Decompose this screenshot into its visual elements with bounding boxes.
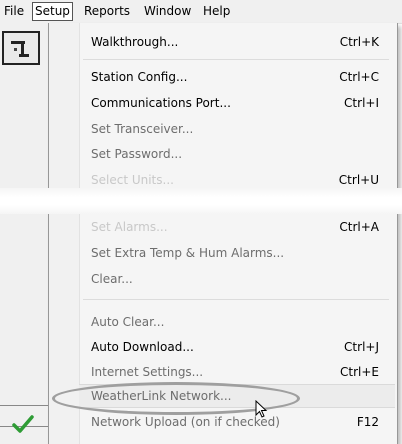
menu-bar: File Setup Reports Window Help bbox=[0, 0, 402, 24]
menu-item-clear[interactable]: Clear... bbox=[91, 268, 133, 290]
shortcut-network-upload: F12 bbox=[356, 415, 379, 429]
menu-separator bbox=[83, 299, 389, 300]
menu-item-auto-download[interactable]: Auto Download... bbox=[91, 336, 194, 358]
mouse-cursor-icon bbox=[255, 400, 268, 418]
menu-item-auto-clear[interactable]: Auto Clear... bbox=[91, 311, 164, 333]
menu-item-station-config[interactable]: Station Config... bbox=[91, 66, 187, 88]
shortcut-internet-settings: Ctrl+E bbox=[340, 365, 379, 379]
shortcut-walkthrough: Ctrl+K bbox=[339, 35, 379, 49]
checkmark-icon bbox=[12, 415, 34, 433]
menu-item-set-password[interactable]: Set Password... bbox=[91, 143, 182, 165]
toolbar-button[interactable] bbox=[2, 31, 40, 65]
image-crop-gap bbox=[0, 188, 402, 214]
menu-setup[interactable]: Setup bbox=[32, 2, 73, 21]
shortcut-set-alarms: Ctrl+A bbox=[339, 220, 379, 234]
app-background bbox=[0, 23, 48, 444]
menu-item-set-transceiver[interactable]: Set Transceiver... bbox=[91, 118, 193, 140]
shortcut-auto-download: Ctrl+J bbox=[344, 340, 379, 354]
setup-dropdown-menu: Walkthrough... Ctrl+K Station Config... … bbox=[48, 23, 398, 444]
shortcut-communications-port: Ctrl+I bbox=[344, 96, 379, 110]
menu-icon-gutter bbox=[49, 23, 80, 444]
menu-item-communications-port[interactable]: Communications Port... bbox=[91, 92, 231, 114]
menu-separator bbox=[83, 59, 389, 60]
menu-window[interactable]: Window bbox=[142, 3, 193, 20]
menu-item-walkthrough[interactable]: Walkthrough... bbox=[91, 31, 178, 53]
menu-file[interactable]: File bbox=[2, 3, 26, 20]
shortcut-station-config: Ctrl+C bbox=[339, 70, 379, 84]
app-divider bbox=[0, 405, 48, 406]
menu-item-set-alarms[interactable]: Set Alarms... bbox=[91, 216, 168, 238]
download-station-icon bbox=[11, 41, 29, 57]
menu-item-internet-settings[interactable]: Internet Settings... bbox=[91, 361, 203, 383]
menu-item-set-extra-temp-hum-alarms[interactable]: Set Extra Temp & Hum Alarms... bbox=[91, 242, 284, 264]
menu-reports[interactable]: Reports bbox=[82, 3, 132, 20]
menu-help[interactable]: Help bbox=[201, 3, 232, 20]
